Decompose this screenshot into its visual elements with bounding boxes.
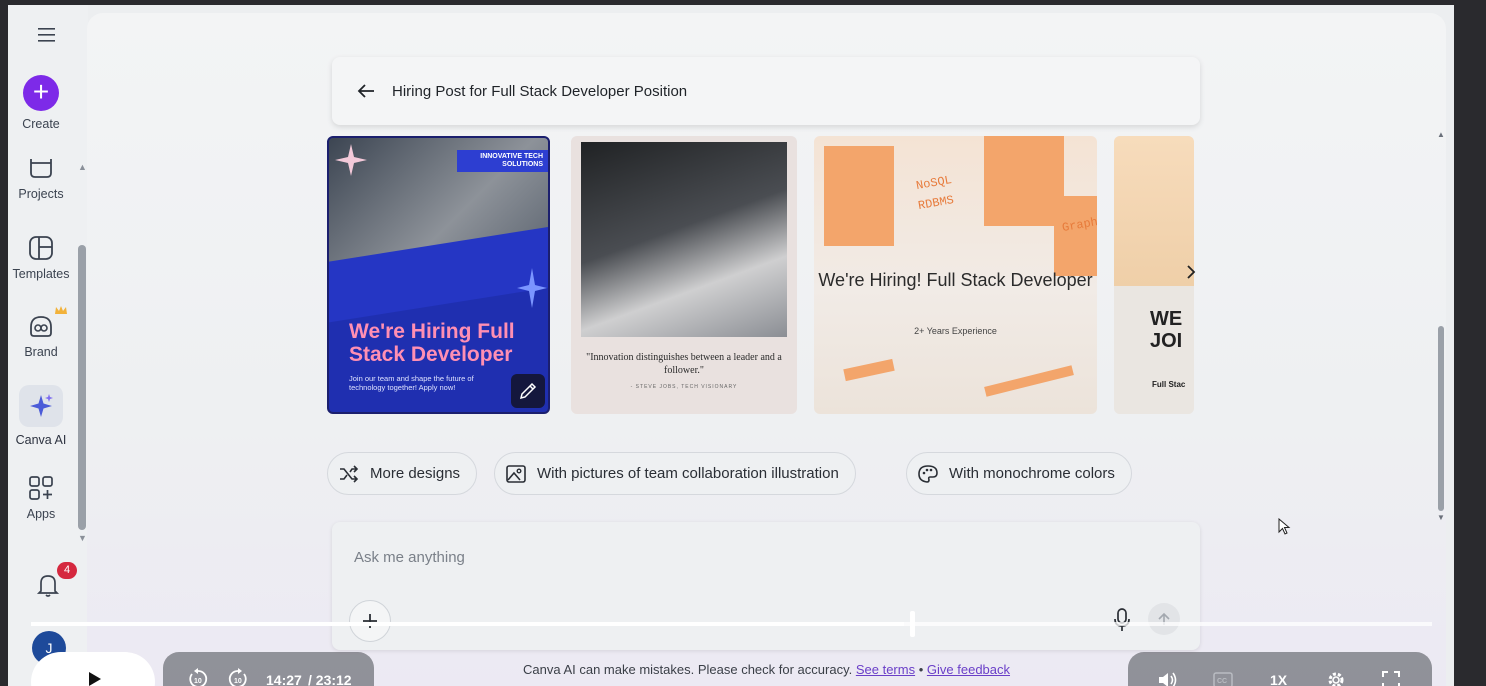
playback-controls: 10 10 14:27 / 23:12 xyxy=(163,652,374,686)
player-settings-controls: CC 1X xyxy=(1128,652,1432,686)
seek-thumb[interactable] xyxy=(910,611,915,637)
disclaimer-text: Canva AI can make mistakes. Please check… xyxy=(522,662,853,677)
panel-scroll-up[interactable]: ▲ xyxy=(1437,130,1445,139)
sidebar-item-label: Apps xyxy=(26,507,56,521)
plus-icon xyxy=(363,614,377,628)
chip-label: With pictures of team collaboration illu… xyxy=(537,465,839,482)
team-collaboration-chip[interactable]: With pictures of team collaboration illu… xyxy=(494,452,856,495)
sidebar-item-label: Projects xyxy=(18,187,64,201)
microphone-icon[interactable] xyxy=(1112,607,1132,633)
sparkle-decoration-icon xyxy=(335,144,367,176)
disclaimer-separator: • xyxy=(918,662,924,677)
chip-label: With monochrome colors xyxy=(949,465,1115,482)
apps-icon xyxy=(29,476,53,500)
folder-icon xyxy=(30,159,52,178)
chat-title: Hiring Post for Full Stack Developer Pos… xyxy=(392,82,688,100)
brand-icon xyxy=(30,316,52,337)
plus-icon: + xyxy=(23,75,59,111)
svg-text:CC: CC xyxy=(1217,678,1227,685)
playback-speed[interactable]: 1X xyxy=(1270,672,1287,686)
sidebar-scroll-down[interactable]: ▼ xyxy=(78,533,87,543)
sidebar-scroll-up[interactable]: ▲ xyxy=(78,162,87,172)
design-card-2[interactable]: "Innovation distinguishes between a lead… xyxy=(571,136,797,414)
chat-header: Hiring Post for Full Stack Developer Pos… xyxy=(332,57,1200,125)
sparkle-decoration-icon xyxy=(517,268,547,308)
illustration-block xyxy=(984,136,1064,226)
chevron-right-icon[interactable] xyxy=(1182,263,1200,281)
sidebar-item-canva-ai[interactable]: Canva AI xyxy=(8,385,74,447)
sidebar-item-label: Templates xyxy=(12,267,70,281)
sidebar-item-label: Create xyxy=(22,117,60,131)
prompt-placeholder[interactable]: Ask me anything xyxy=(354,549,465,566)
design-card-1[interactable]: INNOVATIVE TECH SOLUTIONS We're Hiring F… xyxy=(327,136,550,414)
pencil-icon xyxy=(519,382,537,400)
add-attachment-button[interactable] xyxy=(349,600,391,642)
palette-icon xyxy=(918,464,938,483)
sidebar: + Create Projects Templates Brand Canva … xyxy=(8,5,88,686)
crown-icon xyxy=(55,306,67,314)
prompt-input-box[interactable]: Ask me anything xyxy=(332,522,1200,650)
card-headline: WE JOI xyxy=(1150,308,1183,352)
illustration-block xyxy=(984,365,1074,397)
shuffle-icon xyxy=(340,464,359,483)
card-experience: 2+ Years Experience xyxy=(914,326,997,336)
rewind-10-icon[interactable]: 10 xyxy=(187,668,209,686)
closed-captions-icon[interactable]: CC xyxy=(1213,672,1233,686)
sidebar-item-templates[interactable]: Templates xyxy=(8,235,74,281)
card-headline: We're Hiring! Full Stack Developer xyxy=(818,270,1093,290)
sparkles-icon xyxy=(30,394,53,417)
app-window: + Create Projects Templates Brand Canva … xyxy=(8,5,1454,686)
total-time: / 23:12 xyxy=(308,672,352,686)
templates-icon xyxy=(29,236,53,260)
nosql-sign: NoSQL xyxy=(915,172,953,194)
rewind-label: 10 xyxy=(194,678,202,685)
company-tag: INNOVATIVE TECH SOLUTIONS xyxy=(457,150,548,172)
card-subtext: Join our team and shape the future of te… xyxy=(349,374,474,392)
mouse-cursor-icon xyxy=(1278,518,1291,535)
see-terms-link[interactable]: See terms xyxy=(856,662,915,677)
laptop-photo xyxy=(581,142,787,337)
sidebar-item-label: Canva AI xyxy=(15,433,67,447)
give-feedback-link[interactable]: Give feedback xyxy=(927,662,1010,677)
card-quote: "Innovation distinguishes between a lead… xyxy=(586,352,782,376)
notification-badge: 4 xyxy=(57,562,77,579)
more-designs-chip[interactable]: More designs xyxy=(327,452,478,495)
card-headline: We're Hiring Full Stack Developer xyxy=(349,320,515,366)
image-icon xyxy=(506,464,526,483)
canva-ai-panel: Hiring Post for Full Stack Developer Pos… xyxy=(87,13,1446,686)
sidebar-item-projects[interactable]: Projects xyxy=(8,155,74,201)
settings-gear-icon[interactable] xyxy=(1325,669,1347,686)
illustration-block xyxy=(824,146,894,246)
card-subtext: Full Stac xyxy=(1152,380,1186,389)
edit-button[interactable] xyxy=(511,374,545,408)
sidebar-item-label: Brand xyxy=(24,345,58,359)
sidebar-item-brand[interactable]: Brand xyxy=(8,313,74,359)
card-quote-author: - STEVE JOBS, TECH VISIONARY xyxy=(630,384,738,390)
panel-scrollbar[interactable] xyxy=(1438,326,1444,511)
send-button[interactable] xyxy=(1148,603,1180,635)
chip-label: More designs xyxy=(370,465,461,482)
design-card-3[interactable]: NoSQL RDBMS Graph We're Hiring! Full Sta… xyxy=(814,136,1097,414)
illustration-block xyxy=(843,358,895,382)
volume-icon[interactable] xyxy=(1157,670,1179,686)
rdbms-sign: RDBMS xyxy=(917,192,955,214)
forward-10-icon[interactable]: 10 xyxy=(227,668,249,686)
play-button[interactable] xyxy=(31,652,155,686)
play-icon xyxy=(89,672,101,686)
panel-scroll-down[interactable]: ▼ xyxy=(1437,513,1445,522)
menu-icon[interactable] xyxy=(37,27,57,43)
sidebar-item-create[interactable]: + Create xyxy=(8,75,74,131)
sidebar-item-apps[interactable]: Apps xyxy=(8,475,74,521)
back-arrow-icon[interactable] xyxy=(356,81,376,101)
forward-label: 10 xyxy=(234,678,242,685)
illustration-block xyxy=(1054,196,1097,276)
bell-icon[interactable] xyxy=(36,571,60,599)
seek-bar-played xyxy=(31,622,904,626)
current-time: 14:27 xyxy=(266,672,302,686)
fullscreen-icon[interactable] xyxy=(1381,670,1401,686)
sidebar-scrollbar[interactable] xyxy=(78,245,86,530)
monochrome-chip[interactable]: With monochrome colors xyxy=(906,452,1132,495)
